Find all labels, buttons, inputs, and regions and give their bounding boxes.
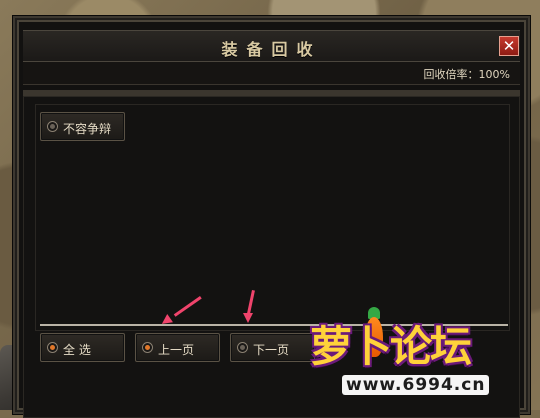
no-dispute-label: 不容争辩 [63, 122, 112, 136]
watermark-url: www.6994.cn [342, 375, 490, 395]
window-title: 装备回收 [221, 40, 322, 59]
recycle-rate-text: 回收倍率：100% [423, 68, 510, 81]
select-all-button[interactable]: 全 选 [40, 333, 125, 362]
prev-page-label: 上一页 [158, 343, 195, 357]
radio-icon [142, 342, 153, 353]
rate-bar: 回收倍率：100% [23, 62, 520, 85]
select-all-label: 全 选 [63, 343, 91, 357]
arrow-head-icon [243, 313, 253, 323]
radio-icon [47, 342, 58, 353]
title-bar[interactable]: 装备回收 [23, 30, 520, 62]
next-page-button[interactable]: 下一页 [230, 333, 315, 362]
no-dispute-option[interactable]: 不容争辩 [40, 112, 125, 141]
watermark-logo: 萝卜论坛 [310, 322, 472, 371]
radio-icon [237, 342, 248, 353]
radio-icon [47, 121, 58, 132]
prev-page-button[interactable]: 上一页 [135, 333, 220, 362]
close-icon[interactable]: ✕ [499, 36, 519, 56]
next-page-label: 下一页 [253, 343, 290, 357]
site-watermark: 萝卜论坛 www.6994.cn [310, 307, 535, 408]
